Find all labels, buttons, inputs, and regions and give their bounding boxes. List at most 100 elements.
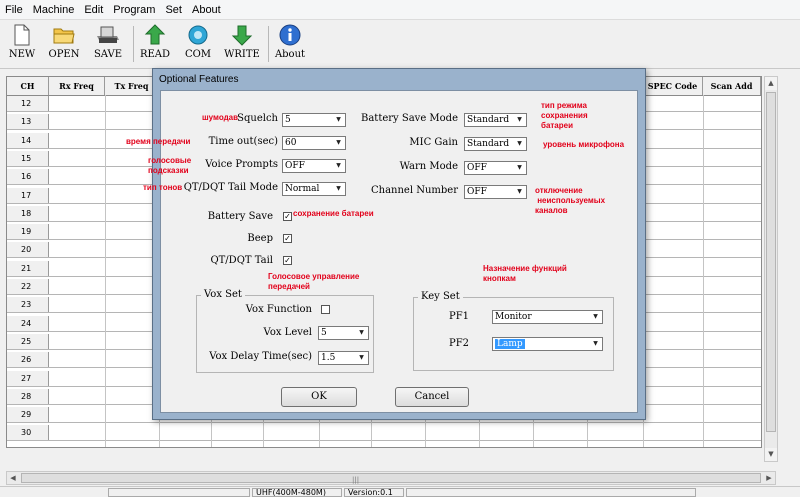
new-button[interactable]: NEW bbox=[0, 22, 44, 66]
check-icon: ✓ bbox=[284, 256, 291, 265]
row-channel-number: 16 bbox=[7, 169, 49, 185]
pf1-value: Monitor bbox=[495, 312, 532, 322]
header-scan-add: Scan Add bbox=[703, 77, 761, 95]
tail-mode-label: QT/DQT Tail Mode bbox=[183, 182, 278, 193]
squelch-label: Squelch bbox=[237, 113, 278, 124]
row-channel-number: 20 bbox=[7, 242, 49, 258]
warn-mode-label: Warn Mode bbox=[399, 161, 458, 172]
channel-number-label: Channel Number bbox=[370, 185, 458, 196]
annotation-channel-number: отключение неиспользуемых каналов bbox=[535, 186, 606, 215]
annotation-squelch: шумодав bbox=[202, 113, 239, 122]
channel-number-select[interactable]: OFF ▼ bbox=[464, 185, 527, 199]
column-divider bbox=[105, 95, 106, 447]
horizontal-scroll-thumb[interactable]: ||| bbox=[21, 473, 761, 484]
beep-checkbox[interactable]: ✓ bbox=[283, 234, 292, 243]
vox-set-group: Vox Set Vox Function Vox Level 5 ▼ Vox De… bbox=[196, 289, 374, 373]
com-label: COM bbox=[184, 49, 212, 60]
chevron-down-icon: ▼ bbox=[333, 161, 344, 171]
menu-edit[interactable]: Edit bbox=[79, 4, 108, 16]
row-channel-number: 30 bbox=[7, 425, 49, 441]
row-channel-number: 14 bbox=[7, 132, 49, 148]
vertical-scroll-thumb[interactable] bbox=[766, 92, 776, 432]
table-row[interactable]: 30 bbox=[7, 425, 761, 442]
menu-about[interactable]: About bbox=[187, 4, 226, 16]
row-channel-number: 17 bbox=[7, 187, 49, 203]
menu-set[interactable]: Set bbox=[160, 4, 187, 16]
mic-gain-select[interactable]: Standard ▼ bbox=[464, 137, 527, 151]
column-divider bbox=[703, 95, 704, 447]
vox-set-title: Vox Set bbox=[201, 289, 245, 300]
new-file-icon bbox=[14, 24, 30, 46]
header-spec-code: SPEC Code bbox=[643, 77, 703, 95]
row-channel-number: 13 bbox=[7, 114, 49, 130]
pf1-select[interactable]: Monitor ▼ bbox=[492, 310, 603, 324]
scroll-down-icon[interactable]: ▼ bbox=[765, 448, 777, 461]
read-button[interactable]: READ bbox=[133, 22, 177, 66]
mic-gain-label: MIC Gain bbox=[409, 137, 458, 148]
menu-machine[interactable]: Machine bbox=[28, 4, 80, 16]
write-button[interactable]: WRITE bbox=[220, 22, 264, 66]
vox-delay-label: Vox Delay Time(sec) bbox=[209, 351, 312, 362]
annotation-battery-save-mode: тип режима сохранения батареи bbox=[541, 101, 588, 130]
row-channel-number: 19 bbox=[7, 224, 49, 240]
annotation-battery-save: сохранение батареи bbox=[293, 209, 374, 218]
annotation-key-set: Назначение функций кнопкам bbox=[483, 264, 567, 283]
vox-function-checkbox[interactable] bbox=[321, 305, 330, 314]
tail-mode-select[interactable]: Normal ▼ bbox=[282, 182, 346, 196]
open-button[interactable]: OPEN bbox=[42, 22, 86, 66]
write-arrow-icon bbox=[231, 25, 253, 46]
header-ch: CH bbox=[7, 77, 49, 95]
vox-level-select[interactable]: 5 ▼ bbox=[318, 326, 369, 340]
key-set-group: Key Set PF1 Monitor ▼ PF2 Lamp ▼ bbox=[413, 291, 614, 371]
about-label: About bbox=[274, 49, 306, 60]
pf2-select[interactable]: Lamp ▼ bbox=[492, 337, 603, 351]
scroll-right-icon[interactable]: ▶ bbox=[763, 472, 775, 484]
menu-program[interactable]: Program bbox=[108, 4, 160, 16]
battery-save-checkbox[interactable]: ✓ bbox=[283, 212, 292, 221]
voice-prompts-value: OFF bbox=[285, 161, 305, 171]
row-channel-number: 12 bbox=[7, 96, 49, 111]
vox-level-label: Vox Level bbox=[263, 327, 312, 338]
cancel-button[interactable]: Cancel bbox=[395, 387, 469, 407]
ok-button[interactable]: OK bbox=[281, 387, 357, 407]
write-label: WRITE bbox=[224, 49, 260, 60]
scroll-left-icon[interactable]: ◀ bbox=[7, 472, 19, 484]
warn-mode-select[interactable]: OFF ▼ bbox=[464, 161, 527, 175]
vertical-scrollbar[interactable]: ▲ ▼ bbox=[764, 76, 778, 462]
row-channel-number: 24 bbox=[7, 315, 49, 331]
about-button[interactable]: About bbox=[268, 22, 312, 66]
pf1-label: PF1 bbox=[449, 311, 470, 322]
tail-label: QT/DQT Tail bbox=[210, 255, 273, 266]
chevron-down-icon: ▼ bbox=[514, 139, 525, 149]
com-button[interactable]: COM bbox=[176, 22, 220, 66]
voice-prompts-select[interactable]: OFF ▼ bbox=[282, 159, 346, 173]
timeout-select[interactable]: 60 ▼ bbox=[282, 136, 346, 150]
scroll-up-icon[interactable]: ▲ bbox=[765, 77, 777, 90]
save-button[interactable]: SAVE bbox=[86, 22, 130, 66]
annotation-timeout: время передачи bbox=[126, 137, 191, 146]
toolbar: NEW OPEN SAVE READ COM WRITE About bbox=[0, 20, 800, 69]
tail-checkbox[interactable]: ✓ bbox=[283, 256, 292, 265]
chevron-down-icon: ▼ bbox=[590, 312, 601, 322]
open-label: OPEN bbox=[48, 49, 80, 60]
battery-save-mode-label: Battery Save Mode bbox=[360, 113, 458, 124]
header-tx-freq: Tx Freq bbox=[105, 77, 159, 95]
chevron-down-icon: ▼ bbox=[514, 163, 525, 173]
row-channel-number: 27 bbox=[7, 370, 49, 386]
dialog-body: Squelch 5 ▼ Time out(sec) 60 ▼ Voice Promp… bbox=[160, 90, 638, 413]
header-rx-freq: Rx Freq bbox=[49, 77, 105, 95]
menu-file[interactable]: File bbox=[0, 4, 28, 16]
vox-function-label: Vox Function bbox=[245, 304, 312, 315]
chevron-down-icon: ▼ bbox=[356, 353, 367, 363]
mic-gain-value: Standard bbox=[467, 139, 510, 149]
voice-prompts-label: Voice Prompts bbox=[205, 159, 278, 170]
key-set-title: Key Set bbox=[418, 291, 463, 302]
save-icon bbox=[97, 26, 119, 43]
horizontal-scrollbar[interactable]: ◀ ||| ▶ bbox=[6, 471, 776, 485]
battery-save-mode-select[interactable]: Standard ▼ bbox=[464, 113, 527, 127]
annotation-tail-mode: тип тонов bbox=[143, 183, 183, 192]
row-channel-number: 25 bbox=[7, 333, 49, 349]
warn-mode-value: OFF bbox=[467, 163, 487, 173]
vox-delay-select[interactable]: 1.5 ▼ bbox=[318, 351, 369, 365]
squelch-select[interactable]: 5 ▼ bbox=[282, 113, 346, 127]
